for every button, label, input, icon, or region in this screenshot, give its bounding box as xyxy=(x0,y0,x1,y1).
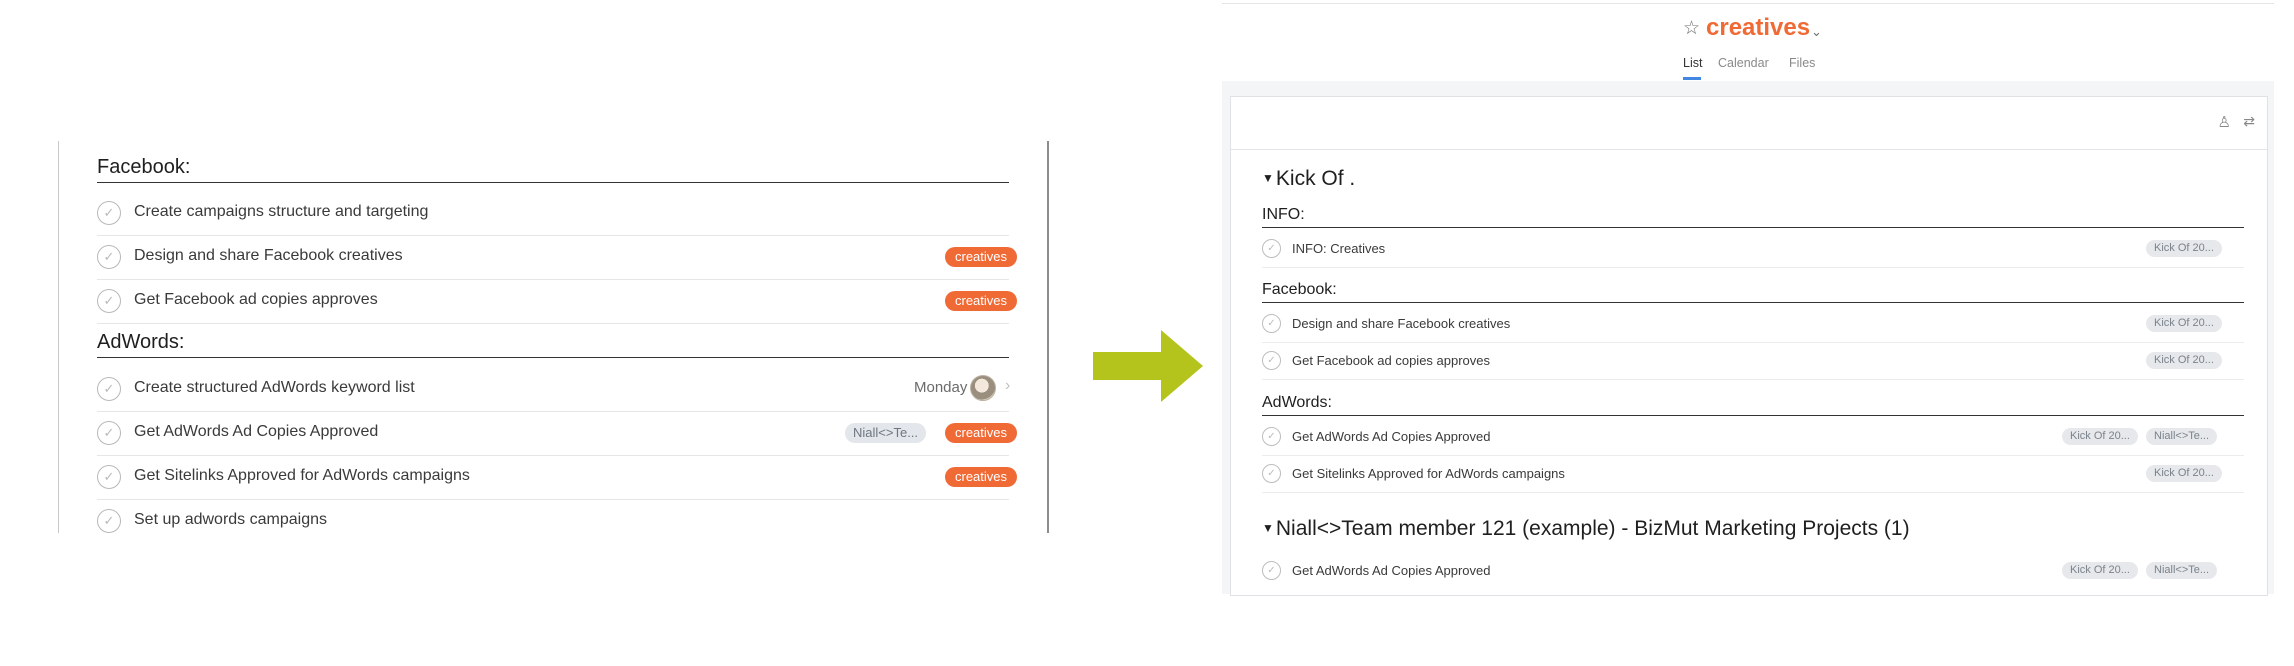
tag-project[interactable]: Kick Of 20... xyxy=(2062,562,2138,579)
tag-project[interactable]: Kick Of 20... xyxy=(2146,315,2222,332)
tag-creatives[interactable]: creatives xyxy=(945,291,1018,311)
task-row[interactable]: ✓ Get AdWords Ad Copies Approved Kick Of… xyxy=(1262,418,2244,456)
task-name[interactable]: Set up adwords campaigns xyxy=(134,511,327,529)
star-icon[interactable]: ☆ xyxy=(1683,17,1700,40)
check-icon[interactable]: ✓ xyxy=(97,289,121,313)
section-header-adwords[interactable]: AdWords: xyxy=(1262,394,2244,416)
filter-icon[interactable]: ⇄ xyxy=(2243,113,2255,130)
check-icon[interactable]: ✓ xyxy=(1262,427,1281,446)
task-name[interactable]: Get Facebook ad copies approves xyxy=(1292,353,1490,368)
section-divider xyxy=(97,356,1009,358)
panel-right-border xyxy=(1047,141,1049,533)
left-task-list: Facebook: ✓ Create campaigns structure a… xyxy=(58,141,1049,536)
person-icon[interactable]: ♙ xyxy=(2218,113,2231,131)
task-row[interactable]: ✓ Get AdWords Ad Copies Approved Niall<>… xyxy=(97,411,1018,456)
task-name[interactable]: Create structured AdWords keyword list xyxy=(134,379,415,397)
section-title: Facebook: xyxy=(1262,281,1337,298)
task-row[interactable]: ✓ Create campaigns structure and targeti… xyxy=(97,191,1009,236)
active-tab-indicator xyxy=(1683,77,1701,80)
tag-project[interactable]: Kick Of 20... xyxy=(2062,428,2138,445)
right-project-view: ☆ creatives ⌄ List Calendar Files ♙ ⇄ ▼K… xyxy=(1222,0,2274,596)
check-icon[interactable]: ✓ xyxy=(97,421,121,445)
group-title: Niall<>Team member 121 (example) - BizMu… xyxy=(1275,517,1910,540)
task-name[interactable]: Get Sitelinks Approved for AdWords campa… xyxy=(1292,466,1565,481)
task-name[interactable]: Get Facebook ad copies approves xyxy=(134,291,378,309)
tag-creatives[interactable]: creatives xyxy=(945,467,1018,487)
section-header-adwords[interactable]: AdWords: xyxy=(97,331,1009,358)
task-row[interactable]: ✓ Create structured AdWords keyword list… xyxy=(97,367,1010,412)
check-icon[interactable]: ✓ xyxy=(1262,561,1281,580)
task-row[interactable]: ✓ Get Facebook ad copies approves creati… xyxy=(97,279,1018,324)
project-header: ☆ creatives ⌄ List Calendar Files xyxy=(1222,0,2274,82)
section-divider xyxy=(97,181,1009,183)
task-name[interactable]: Get AdWords Ad Copies Approved xyxy=(134,423,378,441)
task-row[interactable]: ✓ Get Sitelinks Approved for AdWords cam… xyxy=(1262,455,2244,493)
tag-project[interactable]: Niall<>Te... xyxy=(845,423,927,443)
task-row[interactable]: ✓ Get AdWords Ad Copies Approved Kick Of… xyxy=(1262,552,2244,589)
tab-list[interactable]: List xyxy=(1683,56,1702,70)
check-icon[interactable]: ✓ xyxy=(1262,351,1281,370)
assignee-avatar[interactable] xyxy=(970,375,996,401)
check-icon[interactable]: ✓ xyxy=(1262,314,1281,333)
check-icon[interactable]: ✓ xyxy=(97,201,121,225)
chevron-down-icon[interactable]: ⌄ xyxy=(1811,24,1822,40)
panel-left-border xyxy=(58,141,59,533)
right-arrow-icon xyxy=(1093,330,1203,402)
tag-creatives[interactable]: creatives xyxy=(945,247,1018,267)
tag-assignee[interactable]: Niall<>Te... xyxy=(2146,562,2218,579)
check-icon[interactable]: ✓ xyxy=(97,465,121,489)
collapse-triangle-icon[interactable]: ▼ xyxy=(1262,521,1274,535)
due-date[interactable]: Monday xyxy=(914,379,967,396)
tab-files[interactable]: Files xyxy=(1789,56,1815,70)
task-name[interactable]: Get Sitelinks Approved for AdWords campa… xyxy=(134,467,470,485)
task-name[interactable]: Design and share Facebook creatives xyxy=(1292,316,1510,331)
task-row[interactable]: ✓ Get Facebook ad copies approves Kick O… xyxy=(1262,342,2244,380)
tab-calendar[interactable]: Calendar xyxy=(1718,56,1769,70)
tag-project[interactable]: Kick Of 20... xyxy=(2146,465,2222,482)
section-divider xyxy=(1262,414,2244,416)
section-title: AdWords: xyxy=(1262,394,1332,411)
task-row[interactable]: ✓ INFO: Creatives Kick Of 20... xyxy=(1262,230,2244,268)
section-header-facebook[interactable]: Facebook: xyxy=(97,156,1009,183)
check-icon[interactable]: ✓ xyxy=(1262,239,1281,258)
check-icon[interactable]: ✓ xyxy=(97,509,121,533)
check-icon[interactable]: ✓ xyxy=(97,245,121,269)
task-row[interactable]: ✓ Get Sitelinks Approved for AdWords cam… xyxy=(97,455,1018,500)
section-title: AdWords: xyxy=(97,331,185,353)
task-name[interactable]: Design and share Facebook creatives xyxy=(134,247,403,265)
chevron-right-icon[interactable]: › xyxy=(1005,377,1010,395)
group-title: Kick Of . xyxy=(1275,167,1356,190)
section-header-info[interactable]: INFO: xyxy=(1262,206,2244,228)
project-title[interactable]: creatives xyxy=(1706,14,1810,42)
list-toolbar: ♙ ⇄ xyxy=(1231,97,2267,150)
task-row[interactable]: ✓ Set up adwords campaigns xyxy=(97,499,1009,533)
section-title: INFO: xyxy=(1262,206,1305,223)
task-name[interactable]: Get AdWords Ad Copies Approved xyxy=(1292,429,1491,444)
section-divider xyxy=(1262,226,2244,228)
group-header[interactable]: ▼Kick Of . xyxy=(1262,167,1355,191)
section-divider xyxy=(1262,301,2244,303)
section-title: Facebook: xyxy=(97,156,191,178)
task-row[interactable]: ✓ Design and share Facebook creatives cr… xyxy=(97,235,1018,280)
check-icon[interactable]: ✓ xyxy=(97,377,121,401)
group-header[interactable]: ▼Niall<>Team member 121 (example) - BizM… xyxy=(1262,517,1910,541)
task-list-card: ♙ ⇄ ▼Kick Of . INFO: ✓ INFO: Creatives K… xyxy=(1230,96,2268,596)
task-name[interactable]: Create campaigns structure and targeting xyxy=(134,203,428,221)
check-icon[interactable]: ✓ xyxy=(1262,464,1281,483)
task-name[interactable]: INFO: Creatives xyxy=(1292,241,1385,256)
tag-project[interactable]: Kick Of 20... xyxy=(2146,352,2222,369)
tag-assignee[interactable]: Niall<>Te... xyxy=(2146,428,2218,445)
tag-project[interactable]: Kick Of 20... xyxy=(2146,240,2222,257)
task-row[interactable]: ✓ Design and share Facebook creatives Ki… xyxy=(1262,305,2244,343)
collapse-triangle-icon[interactable]: ▼ xyxy=(1262,171,1274,185)
section-header-facebook[interactable]: Facebook: xyxy=(1262,281,2244,303)
task-name[interactable]: Get AdWords Ad Copies Approved xyxy=(1292,563,1491,578)
tag-creatives[interactable]: creatives xyxy=(945,423,1018,443)
